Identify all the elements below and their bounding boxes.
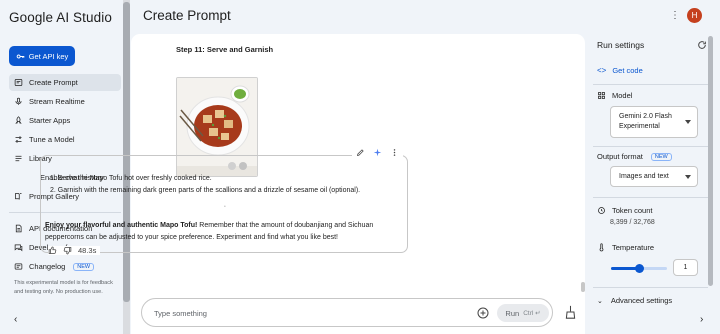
response-list: 1. Serve the Mapo Tofu hot over freshly … bbox=[50, 173, 360, 197]
list-item: 2. Garnish with the remaining dark green… bbox=[50, 187, 361, 194]
output-format-select[interactable]: Images and text bbox=[610, 166, 698, 187]
prompt-input[interactable] bbox=[154, 306, 454, 320]
new-badge: NEW bbox=[650, 152, 672, 161]
temperature-input[interactable]: 1 bbox=[673, 259, 698, 276]
token-count-label: Token count bbox=[597, 206, 652, 215]
get-api-key-label: Get API key bbox=[28, 51, 69, 61]
thumbs-up-icon[interactable] bbox=[48, 246, 57, 255]
key-icon bbox=[16, 54, 25, 58]
settings-scrollbar-thumb[interactable] bbox=[708, 36, 713, 286]
model-label-text: Model bbox=[612, 91, 633, 100]
code-icon: <> bbox=[597, 66, 607, 75]
sidebar-scrollbar-thumb[interactable] bbox=[123, 2, 130, 302]
advanced-settings-toggle[interactable]: ⌄ Advanced settings bbox=[597, 296, 672, 305]
disclaimer-text: This experimental model is for feedback … bbox=[14, 280, 113, 295]
chevron-down-icon bbox=[685, 120, 691, 124]
temperature-slider-handle[interactable] bbox=[634, 264, 644, 273]
sidebar-item-changelog[interactable]: Changelog NEW bbox=[9, 258, 121, 275]
model-select-value: Gemini 2.0 Flash Experimental bbox=[619, 113, 672, 130]
library-icon bbox=[15, 155, 22, 162]
chevron-down-icon: ⌄ bbox=[597, 297, 603, 305]
page-title: Create Prompt bbox=[143, 8, 231, 23]
output-format-value: Images and text bbox=[619, 173, 669, 180]
get-api-key-button[interactable]: Get API key bbox=[9, 46, 75, 66]
sidebar-item-label: Stream Realtime bbox=[29, 97, 85, 106]
sidebar-item-label: Starter Apps bbox=[29, 116, 71, 125]
tune-icon bbox=[15, 136, 22, 143]
token-count-value: 8,399 / 32,768 bbox=[610, 219, 655, 226]
sparkle-icon[interactable] bbox=[373, 148, 382, 157]
output-format-label: Output format NEW bbox=[597, 152, 672, 161]
sidebar-item-label: Tune a Model bbox=[29, 135, 75, 144]
run-button[interactable]: Run Ctrl ↵ bbox=[497, 304, 549, 322]
thermometer-icon bbox=[599, 243, 604, 252]
chevron-left-icon[interactable]: ‹ bbox=[14, 314, 17, 325]
run-label: Run bbox=[505, 308, 520, 318]
sidebar-item-create-prompt[interactable]: Create Prompt bbox=[9, 74, 121, 91]
more-vert-icon[interactable] bbox=[390, 148, 399, 157]
edit-icon[interactable] bbox=[356, 148, 365, 157]
sidebar-item-label: Changelog bbox=[29, 262, 66, 271]
new-badge: NEW bbox=[73, 262, 95, 271]
mic-icon bbox=[15, 97, 22, 105]
elapsed-time: 48.3s bbox=[78, 246, 97, 255]
model-select[interactable]: Gemini 2.0 Flash Experimental bbox=[610, 106, 698, 138]
model-label: Model bbox=[597, 91, 632, 100]
chevron-down-icon bbox=[685, 174, 691, 179]
sidebar-item-tune-a-model[interactable]: Tune a Model bbox=[9, 131, 121, 148]
response-paragraph-bold: Enjoy your flavorful and authentic Mapo … bbox=[45, 222, 198, 229]
forum-icon bbox=[14, 244, 23, 252]
model-icon bbox=[598, 92, 605, 99]
add-circle-icon[interactable] bbox=[477, 307, 489, 319]
response-meta: 48.3s bbox=[48, 246, 101, 255]
sidebar-item-label: Create Prompt bbox=[29, 78, 78, 87]
output-format-label-text: Output format bbox=[597, 152, 643, 161]
token-icon bbox=[598, 207, 605, 214]
settings-divider bbox=[593, 146, 713, 147]
thumbs-down-icon[interactable] bbox=[63, 246, 72, 255]
settings-divider bbox=[593, 197, 713, 198]
prompt-icon bbox=[14, 79, 23, 86]
run-settings-title: Run settings bbox=[597, 40, 645, 50]
sidebar-item-starter-apps[interactable]: Starter Apps bbox=[9, 112, 121, 129]
more-vert-icon[interactable]: ⋮ bbox=[670, 10, 680, 21]
settings-divider bbox=[593, 287, 713, 288]
response-paragraph: Enjoy your flavorful and authentic Mapo … bbox=[45, 220, 405, 243]
book-icon bbox=[15, 193, 22, 200]
chevron-right-icon[interactable]: › bbox=[700, 314, 703, 325]
temperature-label-text: Temperature bbox=[612, 243, 655, 252]
prompt-composer: Run Ctrl ↵ bbox=[141, 298, 553, 327]
run-shortcut: Ctrl ↵ bbox=[523, 310, 541, 317]
avatar[interactable]: H bbox=[687, 8, 702, 23]
temperature-label: Temperature bbox=[597, 243, 654, 252]
advanced-settings-label: Advanced settings bbox=[610, 296, 673, 305]
rocket-icon bbox=[15, 116, 22, 124]
settings-divider bbox=[593, 84, 713, 85]
brand-title: Google AI Studio bbox=[9, 10, 112, 25]
reset-icon[interactable] bbox=[697, 40, 707, 50]
get-code-link[interactable]: <> Get code bbox=[597, 66, 643, 75]
sidebar-item-stream-realtime[interactable]: Stream Realtime bbox=[9, 93, 121, 110]
response-toolbar bbox=[352, 148, 403, 157]
get-code-label: Get code bbox=[612, 66, 643, 75]
step-title: Step 11: Serve and Garnish bbox=[176, 45, 274, 54]
token-count-label-text: Token count bbox=[612, 206, 653, 215]
list-item: 1. Serve the Mapo Tofu hot over freshly … bbox=[50, 175, 212, 182]
separator-dot: • bbox=[224, 204, 226, 210]
doc-icon bbox=[15, 224, 22, 233]
clear-broom-icon[interactable] bbox=[565, 305, 576, 319]
chat-scrollbar-thumb[interactable] bbox=[581, 282, 585, 292]
changelog-icon bbox=[14, 263, 23, 270]
